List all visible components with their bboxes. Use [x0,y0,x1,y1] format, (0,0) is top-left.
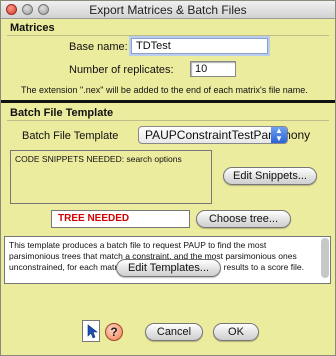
popup-arrows-icon: ▲ ▼ [271,127,287,143]
cursor-arrow-icon [87,324,98,339]
document-pointer-icon[interactable] [82,320,100,342]
snippets-box: CODE SNIPPETS NEEDED: search options [10,150,212,204]
window-title: Export Matrices & Batch Files [89,3,247,17]
tree-needed-text: TREE NEEDED [58,213,130,224]
description-scrollbar[interactable] [321,238,329,278]
edit-snippets-button[interactable]: Edit Snippets... [223,167,317,185]
batch-divider [7,120,329,121]
export-dialog-window: Export Matrices & Batch Files Matrices B… [0,0,336,356]
snippets-text: CODE SNIPPETS NEEDED: search options [15,154,182,164]
matrices-divider [7,35,329,36]
batch-template-label: Batch File Template [22,130,119,142]
batch-template-heading: Batch File Template [10,107,114,119]
tree-needed-field: TREE NEEDED [51,210,190,228]
help-icon[interactable]: ? [105,323,123,341]
base-name-input[interactable]: TDTest [131,38,268,54]
batch-template-select[interactable]: PAUPConstraintTestParsimony ▲ ▼ [138,126,310,144]
replicates-label: Number of replicates: [69,64,174,76]
section-separator [1,100,335,103]
edit-templates-button[interactable]: Edit Templates... [116,259,221,277]
title-bar: Export Matrices & Batch Files [1,1,335,19]
matrices-heading: Matrices [10,22,55,34]
ok-button[interactable]: OK [213,323,259,341]
choose-tree-button[interactable]: Choose tree... [196,210,291,228]
replicates-input[interactable]: 10 [190,61,236,77]
extension-note: The extension ".nex" will be added to th… [21,85,308,95]
cancel-button[interactable]: Cancel [145,323,203,341]
base-name-label: Base name: [69,41,128,53]
